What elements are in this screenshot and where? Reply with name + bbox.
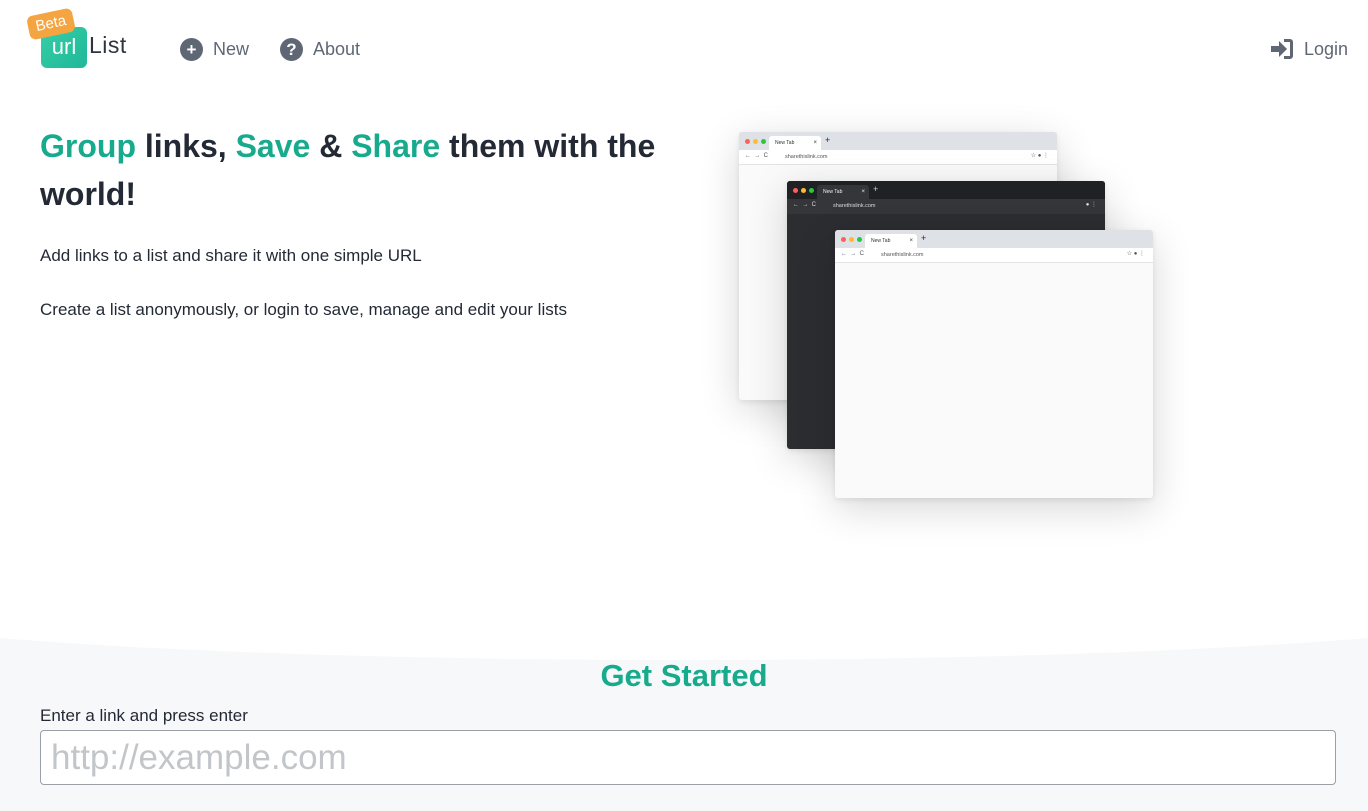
- mockup-tab-strip: New Tab × +: [835, 230, 1153, 248]
- mockup-tab-title: New Tab: [775, 140, 795, 146]
- nav-login-label: Login: [1303, 38, 1348, 59]
- nav-about-link[interactable]: ? About: [280, 36, 360, 62]
- question-circle-icon: ?: [280, 37, 303, 61]
- mockup-browser-light-front: New Tab × + ← → C sharethislink.com ☆ ● ⋮: [835, 230, 1153, 498]
- mockup-tab-title: New Tab: [823, 189, 843, 195]
- plus-circle-icon: +: [180, 37, 203, 61]
- nav-login-link[interactable]: Login: [1270, 36, 1348, 62]
- mockup-new-tab: +: [921, 233, 927, 243]
- mockup-url: sharethislink.com: [785, 154, 828, 160]
- mockup-tab-strip: New Tab × +: [787, 181, 1105, 199]
- nav-new-label: New: [213, 38, 250, 59]
- mockup-tab-close: ×: [909, 238, 913, 244]
- mockup-url-bar: ← → C sharethislink.com ☆ ● ⋮: [739, 150, 1057, 165]
- sign-in-icon: [1270, 38, 1294, 60]
- mockup-tab-close: ×: [861, 189, 865, 195]
- mockup-tab-title: New Tab: [871, 238, 891, 244]
- mockup-tab: New Tab ×: [769, 136, 821, 150]
- mockup-url: sharethislink.com: [881, 252, 924, 258]
- hero-subtitle: Add links to a list and share it with on…: [40, 246, 422, 265]
- hero-text: links,: [135, 128, 236, 164]
- top-navbar: url Beta List + New ? About Login: [0, 0, 1368, 96]
- mockup-tab-strip: New Tab × +: [739, 132, 1057, 150]
- mockup-url-bar: ← → C sharethislink.com ☆ ● ⋮: [835, 248, 1153, 263]
- mockup-tab: New Tab ×: [865, 234, 917, 248]
- link-input[interactable]: [40, 730, 1336, 785]
- hero-title: Group links, Save & Share them with the …: [40, 122, 680, 218]
- get-started-heading: Get Started: [600, 658, 768, 693]
- mockup-tab: New Tab ×: [817, 185, 869, 199]
- nav-new-link[interactable]: + New: [180, 36, 249, 62]
- mockup-new-tab: +: [825, 135, 831, 145]
- hero-description: Create a list anonymously, or login to s…: [40, 300, 567, 319]
- logo-word: List: [89, 32, 127, 58]
- section-curve-divider: [0, 600, 1368, 660]
- hero-word-save: Save: [235, 128, 311, 164]
- hero-text: &: [310, 128, 352, 164]
- link-input-label: Enter a link and press enter: [40, 706, 248, 725]
- hero-word-share: Share: [351, 128, 441, 164]
- mockup-url-bar: ← → C sharethislink.com ● ⋮: [787, 199, 1105, 214]
- mockup-tab-close: ×: [813, 140, 817, 146]
- hero-word-group: Group: [40, 128, 136, 164]
- nav-about-label: About: [313, 38, 361, 59]
- logo[interactable]: url Beta List: [26, 7, 138, 70]
- mockup-new-tab: +: [873, 184, 879, 194]
- mockup-url: sharethislink.com: [833, 203, 876, 209]
